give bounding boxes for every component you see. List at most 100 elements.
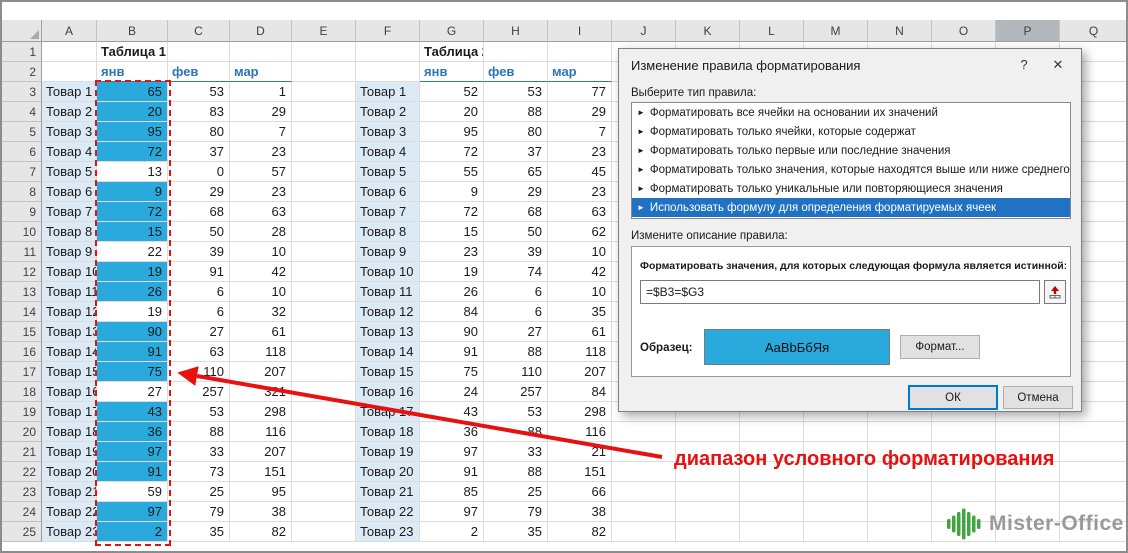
cell-N24[interactable] bbox=[868, 502, 932, 522]
cell-A11[interactable]: Товар 9 bbox=[42, 242, 97, 262]
cell-J24[interactable] bbox=[612, 502, 676, 522]
cell-G14[interactable]: 84 bbox=[420, 302, 484, 322]
cell-N20[interactable] bbox=[868, 422, 932, 442]
cell-J20[interactable] bbox=[612, 422, 676, 442]
cell-C20[interactable]: 88 bbox=[168, 422, 230, 442]
cell-D25[interactable]: 82 bbox=[230, 522, 292, 542]
cell-A25[interactable]: Товар 23 bbox=[42, 522, 97, 542]
close-button[interactable]: ✕ bbox=[1045, 55, 1071, 75]
cell-G23[interactable]: 85 bbox=[420, 482, 484, 502]
column-header-E[interactable]: E bbox=[292, 20, 356, 42]
rule-type-listbox[interactable]: ►Форматировать все ячейки на основании и… bbox=[631, 102, 1071, 219]
cell-D18[interactable]: 321 bbox=[230, 382, 292, 402]
cell-F19[interactable]: Товар 17 bbox=[356, 402, 420, 422]
cell-I5[interactable]: 7 bbox=[548, 122, 612, 142]
cell-F9[interactable]: Товар 7 bbox=[356, 202, 420, 222]
rule-type-option-3[interactable]: ►Форматировать только первые или последн… bbox=[632, 141, 1070, 160]
cell-D14[interactable]: 32 bbox=[230, 302, 292, 322]
cell-C18[interactable]: 257 bbox=[168, 382, 230, 402]
cell-A17[interactable]: Товар 15 bbox=[42, 362, 97, 382]
cell-D17[interactable]: 207 bbox=[230, 362, 292, 382]
cell-H6[interactable]: 37 bbox=[484, 142, 548, 162]
cell-A1[interactable] bbox=[42, 42, 97, 62]
cell-K20[interactable] bbox=[676, 422, 740, 442]
cell-H21[interactable]: 33 bbox=[484, 442, 548, 462]
cell-C1[interactable] bbox=[168, 42, 230, 62]
cell-I23[interactable]: 66 bbox=[548, 482, 612, 502]
cell-H10[interactable]: 50 bbox=[484, 222, 548, 242]
cell-C9[interactable]: 68 bbox=[168, 202, 230, 222]
row-header-2[interactable]: 2 bbox=[2, 62, 42, 82]
cell-I7[interactable]: 45 bbox=[548, 162, 612, 182]
cell-D24[interactable]: 38 bbox=[230, 502, 292, 522]
cell-A16[interactable]: Товар 14 bbox=[42, 342, 97, 362]
cell-B1[interactable]: Таблица 1 bbox=[97, 42, 168, 62]
cell-B21[interactable]: 97 bbox=[97, 442, 168, 462]
cell-M24[interactable] bbox=[804, 502, 868, 522]
cell-C19[interactable]: 53 bbox=[168, 402, 230, 422]
cell-M23[interactable] bbox=[804, 482, 868, 502]
cell-H18[interactable]: 257 bbox=[484, 382, 548, 402]
cell-A10[interactable]: Товар 8 bbox=[42, 222, 97, 242]
cell-A8[interactable]: Товар 6 bbox=[42, 182, 97, 202]
cell-B19[interactable]: 43 bbox=[97, 402, 168, 422]
cell-C2[interactable]: фев bbox=[168, 62, 230, 82]
cell-G20[interactable]: 36 bbox=[420, 422, 484, 442]
cancel-button[interactable]: Отмена bbox=[1003, 386, 1073, 409]
cell-E18[interactable] bbox=[292, 382, 356, 402]
cell-C17[interactable]: 110 bbox=[168, 362, 230, 382]
cell-H19[interactable]: 53 bbox=[484, 402, 548, 422]
cell-J21[interactable] bbox=[612, 442, 676, 462]
cell-I3[interactable]: 77 bbox=[548, 82, 612, 102]
cell-M20[interactable] bbox=[804, 422, 868, 442]
cell-A18[interactable]: Товар 16 bbox=[42, 382, 97, 402]
cell-A19[interactable]: Товар 17 bbox=[42, 402, 97, 422]
cell-D16[interactable]: 118 bbox=[230, 342, 292, 362]
row-header-3[interactable]: 3 bbox=[2, 82, 42, 102]
cell-I8[interactable]: 23 bbox=[548, 182, 612, 202]
cell-I10[interactable]: 62 bbox=[548, 222, 612, 242]
cell-H17[interactable]: 110 bbox=[484, 362, 548, 382]
cell-I1[interactable] bbox=[548, 42, 612, 62]
cell-N23[interactable] bbox=[868, 482, 932, 502]
row-header-18[interactable]: 18 bbox=[2, 382, 42, 402]
cell-H20[interactable]: 88 bbox=[484, 422, 548, 442]
cell-H9[interactable]: 68 bbox=[484, 202, 548, 222]
cell-E11[interactable] bbox=[292, 242, 356, 262]
cell-A13[interactable]: Товар 11 bbox=[42, 282, 97, 302]
cell-G3[interactable]: 52 bbox=[420, 82, 484, 102]
cell-E21[interactable] bbox=[292, 442, 356, 462]
cell-A7[interactable]: Товар 5 bbox=[42, 162, 97, 182]
cell-B22[interactable]: 91 bbox=[97, 462, 168, 482]
cell-D1[interactable] bbox=[230, 42, 292, 62]
cell-C13[interactable]: 6 bbox=[168, 282, 230, 302]
row-header-24[interactable]: 24 bbox=[2, 502, 42, 522]
column-header-J[interactable]: J bbox=[612, 20, 676, 42]
cell-D7[interactable]: 57 bbox=[230, 162, 292, 182]
cell-F11[interactable]: Товар 9 bbox=[356, 242, 420, 262]
cell-D12[interactable]: 42 bbox=[230, 262, 292, 282]
rule-type-option-4[interactable]: ►Форматировать только значения, которые … bbox=[632, 160, 1070, 179]
cell-B2[interactable]: янв bbox=[97, 62, 168, 82]
cell-I18[interactable]: 84 bbox=[548, 382, 612, 402]
cell-G8[interactable]: 9 bbox=[420, 182, 484, 202]
cell-H4[interactable]: 88 bbox=[484, 102, 548, 122]
cell-B9[interactable]: 72 bbox=[97, 202, 168, 222]
format-button[interactable]: Формат... bbox=[900, 335, 980, 359]
cell-B6[interactable]: 72 bbox=[97, 142, 168, 162]
cell-F22[interactable]: Товар 20 bbox=[356, 462, 420, 482]
cell-B17[interactable]: 75 bbox=[97, 362, 168, 382]
select-all-button[interactable] bbox=[2, 20, 42, 42]
cell-I24[interactable]: 38 bbox=[548, 502, 612, 522]
cell-N25[interactable] bbox=[868, 522, 932, 542]
cell-E1[interactable] bbox=[292, 42, 356, 62]
cell-E7[interactable] bbox=[292, 162, 356, 182]
cell-G22[interactable]: 91 bbox=[420, 462, 484, 482]
cell-E24[interactable] bbox=[292, 502, 356, 522]
cell-C11[interactable]: 39 bbox=[168, 242, 230, 262]
cell-A22[interactable]: Товар 20 bbox=[42, 462, 97, 482]
cell-C4[interactable]: 83 bbox=[168, 102, 230, 122]
cell-E23[interactable] bbox=[292, 482, 356, 502]
row-header-13[interactable]: 13 bbox=[2, 282, 42, 302]
cell-E25[interactable] bbox=[292, 522, 356, 542]
